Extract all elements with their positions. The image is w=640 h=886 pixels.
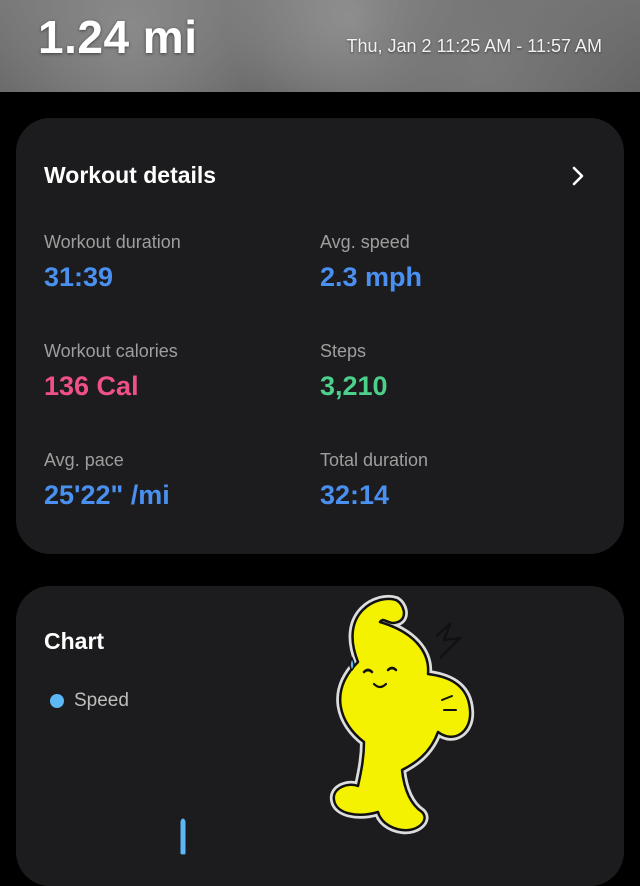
stat-value: 3,210 xyxy=(320,371,388,401)
stat-value: 136 Cal xyxy=(44,371,139,401)
stat-label: Workout duration xyxy=(44,232,181,252)
stat-value: 31:39 xyxy=(44,262,114,292)
stat-label: Total duration xyxy=(320,450,429,470)
workout-details-title: Workout details xyxy=(44,162,217,188)
stat-workout-duration: Workout duration 31:39 xyxy=(44,232,181,293)
stat-label: Workout calories xyxy=(44,341,178,361)
stat-workout-calories: Workout calories 136 Cal xyxy=(44,341,178,402)
stat-total-duration: Total duration 32:14 xyxy=(320,450,428,511)
stat-avg-pace: Avg. pace 25'22" /mi xyxy=(44,450,170,511)
yellow-cartoon-sticker-icon xyxy=(329,594,475,835)
stat-value: 2.3 mph xyxy=(320,262,423,292)
workout-details-card[interactable]: Workout details Workout duration 31:39 A… xyxy=(16,118,624,554)
chevron-right-icon[interactable] xyxy=(568,166,588,186)
distance-value: 1.24 mi xyxy=(38,11,198,63)
stat-avg-speed: Avg. speed 2.3 mph xyxy=(320,232,422,293)
stat-value: 32:14 xyxy=(320,480,390,510)
stat-steps: Steps 3,210 xyxy=(320,341,388,402)
stat-label: Avg. speed xyxy=(320,232,410,252)
stat-label: Avg. pace xyxy=(44,450,124,470)
stat-label: Steps xyxy=(320,341,367,361)
header-map-image: 1.24 mi Thu, Jan 2 11:25 AM - 11:57 AM xyxy=(0,0,640,92)
stat-value: 25'22" /mi xyxy=(44,480,170,510)
workout-datetime: Thu, Jan 2 11:25 AM - 11:57 AM xyxy=(346,36,602,56)
